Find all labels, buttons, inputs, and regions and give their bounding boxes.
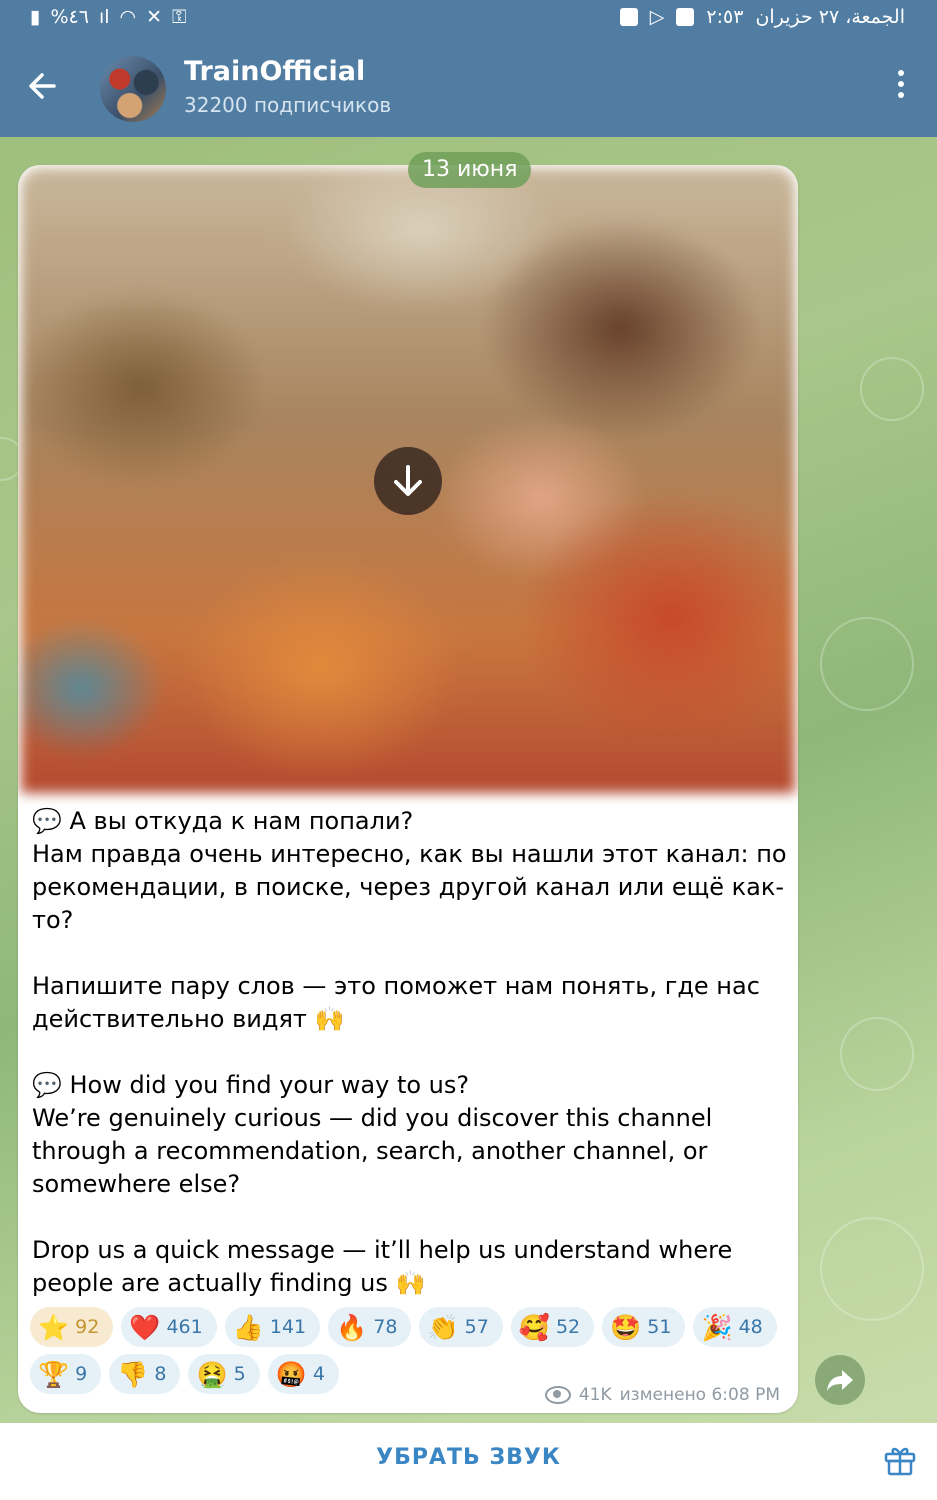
reaction-chip[interactable]: 👎 8 [109,1354,181,1394]
more-menu-icon[interactable] [891,70,911,106]
reaction-emoji: 👎 [117,1359,149,1389]
back-arrow-icon[interactable] [24,66,64,106]
reaction-chip[interactable]: 👍 141 [224,1307,321,1347]
download-button[interactable] [374,447,442,515]
reaction-chip[interactable]: 🥰 52 [510,1307,595,1347]
reaction-count: 461 [166,1316,203,1338]
reaction-emoji: ❤️ [129,1312,161,1342]
share-arrow-icon [827,1370,853,1391]
status-bar: ▮ %٤٦ ıl ◠ ✕ ⚿ ▷ ٢:٥٣ الجمعة، ٢٧ حزيران [0,0,937,36]
unmute-button[interactable]: УБРАТЬ ЗВУК [0,1445,937,1470]
reaction-emoji: 🏆 [38,1359,70,1389]
message-bubble[interactable]: 💬 А вы откуда к нам попали? Нам правда о… [18,165,798,1413]
key-icon: ⚿ [172,6,187,28]
channel-header: TrainOfficial 32200 подписчиков [0,36,937,137]
reaction-count: 141 [269,1316,307,1338]
channel-avatar[interactable] [100,56,166,122]
reaction-chip[interactable]: 🤮 5 [188,1354,260,1394]
date-pill: 13 июня [408,152,532,188]
reactions-row-1: ⭐ 92 ❤️ 461 👍 141 🔥 78 👏 57 🥰 52 🤩 51 🎉 48 [30,1307,790,1347]
reaction-chip[interactable]: ❤️ 461 [121,1307,217,1347]
reaction-emoji: 🔥 [336,1312,368,1342]
bottom-bar: УБРАТЬ ЗВУК [0,1423,937,1500]
reaction-count: 5 [233,1363,246,1385]
wifi-icon: ◠ [119,6,137,28]
reaction-chip[interactable]: 🔥 78 [328,1307,412,1347]
reaction-count: 92 [75,1316,100,1338]
reaction-count: 48 [738,1316,763,1338]
reaction-count: 51 [647,1316,672,1338]
notification-icon [619,8,638,26]
edited-time: изменено 6:08 PM [619,1385,780,1405]
reaction-count: 57 [464,1316,489,1338]
reaction-emoji: 🤩 [610,1312,642,1342]
status-time: ٢:٥٣ [706,6,744,28]
reaction-chip[interactable]: 🤬 4 [267,1354,339,1394]
gift-icon[interactable] [883,1443,917,1477]
reaction-chip[interactable]: 🎉 48 [693,1307,777,1347]
message-meta: 41K изменено 6:08 PM [544,1385,780,1405]
channel-title[interactable]: TrainOfficial [184,56,365,87]
reaction-emoji: 🥰 [518,1312,550,1342]
view-count: 41K [578,1385,612,1405]
signal-icon: ıl [98,6,110,28]
reaction-count: 78 [373,1316,398,1338]
play-icon: ▷ [649,6,665,28]
download-arrow-icon [394,465,422,496]
reaction-count: 4 [312,1363,325,1385]
reaction-emoji: 🎉 [701,1312,733,1342]
reaction-chip[interactable]: 👏 57 [419,1307,503,1347]
reaction-chip[interactable]: 🏆 9 [30,1354,102,1394]
subscriber-count: 32200 подписчиков [184,93,392,117]
message-text: 💬 А вы откуда к нам попали? Нам правда о… [32,807,787,1297]
views-eye-icon [544,1386,571,1404]
reaction-count: 8 [154,1363,167,1385]
mute-icon: ✕ [146,6,163,28]
reaction-emoji: 🤮 [196,1359,228,1389]
reaction-count: 52 [555,1316,581,1338]
reaction-emoji: 👍 [232,1312,264,1342]
reaction-count: 9 [75,1363,88,1385]
reaction-chip[interactable]: ⭐ 92 [30,1307,114,1347]
share-button[interactable] [815,1355,865,1405]
reaction-chip[interactable]: 🤩 51 [602,1307,686,1347]
reaction-emoji: 👏 [427,1312,459,1342]
battery-icon: ▮ [30,6,41,28]
reaction-emoji: ⭐ [38,1312,70,1342]
reaction-emoji: 🤬 [275,1359,307,1389]
battery-percent: %٤٦ [50,6,89,28]
image-icon [676,8,695,26]
status-date: الجمعة، ٢٧ حزيران [755,6,905,28]
